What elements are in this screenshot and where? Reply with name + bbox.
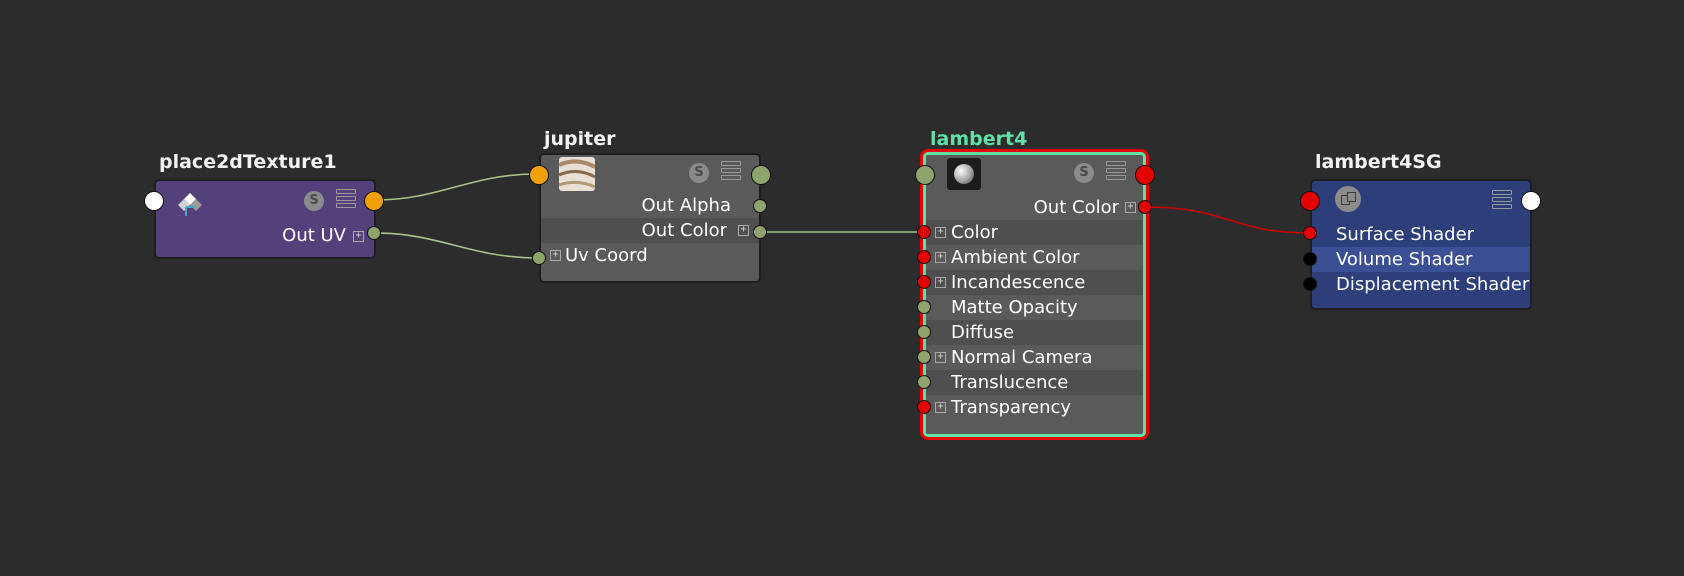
port-matte-opacity[interactable] xyxy=(917,300,931,314)
attr-label-out-alpha: Out Alpha xyxy=(641,195,731,216)
attribute-layout-icon[interactable] xyxy=(336,189,356,209)
attr-row-uv-coord: + Uv Coord xyxy=(541,243,759,268)
swatch-toggle-icon[interactable]: S xyxy=(689,163,709,183)
port-out-color[interactable] xyxy=(1138,200,1152,214)
shading-group-icon xyxy=(1335,186,1361,212)
swatch-toggle-icon[interactable]: S xyxy=(304,191,324,211)
node-lambert4sg[interactable]: Surface Shader Volume Shader Displacemen… xyxy=(1310,179,1532,310)
attr-label-volume-shader: Volume Shader xyxy=(1336,249,1473,270)
attr-row-diffuse: Diffuse xyxy=(926,320,1143,345)
expand-out-uv-icon[interactable]: + xyxy=(353,231,364,242)
port-place2d-input[interactable] xyxy=(144,191,164,211)
attr-label-matte-opacity: Matte Opacity xyxy=(951,297,1078,318)
attr-label-ambient-color: Ambient Color xyxy=(951,247,1080,268)
attr-label-translucence: Translucence xyxy=(951,372,1069,393)
attr-row-incandescence: + Incandescence xyxy=(926,270,1143,295)
node-title-lambert4[interactable]: lambert4 xyxy=(930,128,1027,150)
expand-normal-camera-icon[interactable]: + xyxy=(935,352,946,363)
port-lambert4-output[interactable] xyxy=(1135,165,1155,185)
attr-row-out-color: Out Color + xyxy=(926,195,1143,220)
node-title-lambert4sg[interactable]: lambert4SG xyxy=(1315,151,1442,173)
attr-label-diffuse: Diffuse xyxy=(951,322,1015,343)
attribute-layout-icon[interactable] xyxy=(1492,190,1512,210)
port-ambient-color[interactable] xyxy=(917,250,931,264)
node-lambert4[interactable]: S Out Color + + Color + Ambient Color + … xyxy=(923,152,1146,437)
node-title-place2dtexture1[interactable]: place2dTexture1 xyxy=(159,151,337,173)
port-jupiter-output[interactable] xyxy=(751,165,771,185)
port-out-uv[interactable] xyxy=(367,226,381,240)
attr-row-out-alpha: Out Alpha xyxy=(541,193,759,218)
expand-out-color-icon[interactable]: + xyxy=(1125,202,1136,213)
attribute-layout-icon[interactable] xyxy=(1106,161,1126,181)
port-lambert4-input[interactable] xyxy=(915,165,935,185)
attr-row-surface-shader: Surface Shader xyxy=(1312,222,1530,247)
place2d-texture-icon xyxy=(178,193,202,216)
attr-label-surface-shader: Surface Shader xyxy=(1336,224,1475,245)
port-volume-shader[interactable] xyxy=(1303,252,1317,266)
attr-row-color: + Color xyxy=(926,220,1143,245)
port-diffuse[interactable] xyxy=(917,325,931,339)
wire-place2d-to-jupiter xyxy=(374,173,538,201)
file-texture-thumbnail-icon xyxy=(559,157,595,191)
node-title-jupiter[interactable]: jupiter xyxy=(544,128,616,150)
attr-row-transparency: + Transparency xyxy=(926,395,1143,420)
expand-transparency-icon[interactable]: + xyxy=(935,402,946,413)
port-lambert4sg-input[interactable] xyxy=(1300,191,1320,211)
port-uv-coord[interactable] xyxy=(532,251,546,265)
lambert-material-thumbnail-icon xyxy=(947,158,981,190)
attr-row-ambient-color: + Ambient Color xyxy=(926,245,1143,270)
attr-label-out-uv: Out UV xyxy=(282,225,346,246)
attr-row-displacement-shader: Displacement Shader xyxy=(1312,272,1530,297)
attr-row-translucence: Translucence xyxy=(926,370,1143,395)
port-out-alpha[interactable] xyxy=(753,199,767,213)
wire-outuv-to-uvcoord xyxy=(374,232,540,259)
node-jupiter[interactable]: S Out Alpha Out Color + + Uv Coord xyxy=(539,153,761,283)
attr-label-displacement-shader: Displacement Shader xyxy=(1336,274,1530,295)
attr-row-matte-opacity: Matte Opacity xyxy=(926,295,1143,320)
attr-label-transparency: Transparency xyxy=(951,397,1072,418)
port-surface-shader[interactable] xyxy=(1303,226,1317,240)
port-displacement-shader[interactable] xyxy=(1303,277,1317,291)
swatch-toggle-icon[interactable]: S xyxy=(1074,163,1094,183)
port-lambert4sg-output[interactable] xyxy=(1521,191,1541,211)
attr-label-uv-coord: Uv Coord xyxy=(565,245,648,266)
attr-row-volume-shader: Volume Shader xyxy=(1312,247,1530,272)
attr-label-out-color: Out Color xyxy=(641,220,727,241)
attribute-layout-icon[interactable] xyxy=(721,161,741,181)
expand-incandescence-icon[interactable]: + xyxy=(935,277,946,288)
port-normal-camera[interactable] xyxy=(917,350,931,364)
port-transparency[interactable] xyxy=(917,400,931,414)
expand-uv-coord-icon[interactable]: + xyxy=(550,250,561,261)
port-jupiter-input[interactable] xyxy=(529,165,549,185)
attr-label-color: Color xyxy=(951,222,998,243)
port-out-color[interactable] xyxy=(753,225,767,239)
attr-label-incandescence: Incandescence xyxy=(951,272,1086,293)
expand-ambient-color-icon[interactable]: + xyxy=(935,252,946,263)
port-color[interactable] xyxy=(917,225,931,239)
attr-label-out-color: Out Color xyxy=(1033,197,1119,218)
attr-row-normal-camera: + Normal Camera xyxy=(926,345,1143,370)
attr-row-out-color: Out Color + xyxy=(541,218,759,243)
wire-lambert-to-sg xyxy=(1144,206,1311,234)
node-editor-canvas[interactable]: place2dTexture1 S Out UV + jupiter S Out… xyxy=(0,0,1684,576)
node-place2dtexture1[interactable]: S Out UV + xyxy=(154,179,376,259)
attr-label-normal-camera: Normal Camera xyxy=(951,347,1093,368)
port-translucence[interactable] xyxy=(917,375,931,389)
expand-out-color-icon[interactable]: + xyxy=(738,225,749,236)
expand-color-icon[interactable]: + xyxy=(935,227,946,238)
port-place2d-output[interactable] xyxy=(364,191,384,211)
port-incandescence[interactable] xyxy=(917,275,931,289)
